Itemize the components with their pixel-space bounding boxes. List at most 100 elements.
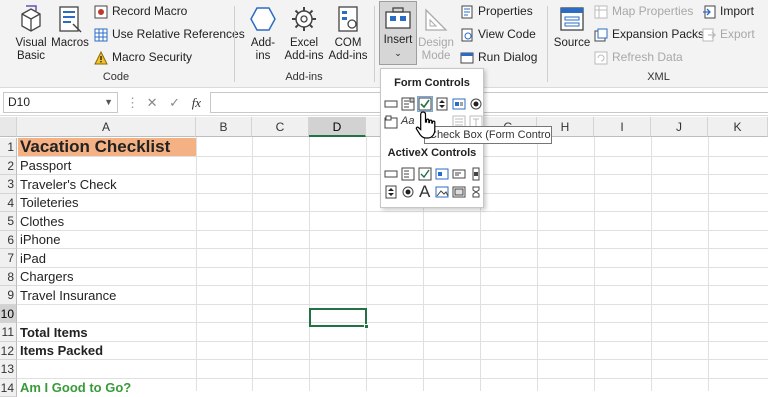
- activex-spin-button-icon[interactable]: [384, 185, 398, 199]
- activex-option-button-icon[interactable]: [401, 185, 415, 199]
- fill-handle[interactable]: [364, 324, 369, 329]
- row-header-6[interactable]: 6: [0, 231, 17, 250]
- insert-button[interactable]: Insert ⌄: [379, 1, 417, 65]
- column-header-j[interactable]: J: [651, 117, 708, 137]
- spin-button-control-icon[interactable]: [435, 97, 449, 111]
- label-control-icon[interactable]: Aa: [401, 115, 414, 127]
- macros-button[interactable]: Macros: [50, 4, 90, 50]
- cell-a4[interactable]: Toileteries: [20, 194, 79, 212]
- button-control-icon[interactable]: [384, 97, 398, 111]
- macros-icon: [55, 4, 85, 34]
- macro-security-button[interactable]: Macro Security: [94, 47, 192, 67]
- name-box-value: D10: [8, 95, 30, 109]
- row-header-2[interactable]: 2: [0, 157, 17, 176]
- xml-group: Source Map Properties Expansion Packs Re…: [549, 0, 768, 88]
- design-mode-label-1: Design: [418, 37, 454, 50]
- expansion-packs-label: Expansion Packs: [612, 27, 704, 41]
- row-header-12[interactable]: 12: [0, 342, 17, 361]
- cell-a5[interactable]: Clothes: [20, 213, 64, 231]
- group-box-control-icon[interactable]: [384, 115, 398, 129]
- code-group: Visual Basic Macros Record Macro Use Rel…: [0, 0, 232, 88]
- enter-icon[interactable]: ✓: [169, 95, 180, 110]
- cell-a3[interactable]: Traveler's Check: [20, 176, 117, 194]
- activex-more-controls-icon[interactable]: [469, 185, 483, 199]
- cell-a2[interactable]: Passport: [20, 157, 71, 175]
- cell-a12[interactable]: Items Packed: [20, 342, 103, 360]
- column-header-a[interactable]: A: [17, 117, 196, 137]
- com-addins-icon: [333, 4, 363, 34]
- row-header-11[interactable]: 11: [0, 323, 17, 342]
- expansion-packs-icon: [594, 28, 608, 42]
- formula-input[interactable]: [210, 92, 768, 113]
- column-header-i[interactable]: I: [594, 117, 651, 137]
- gridline: [537, 137, 538, 391]
- row-header-13[interactable]: 13: [0, 360, 17, 379]
- gridline: [17, 230, 768, 231]
- record-macro-button[interactable]: Record Macro: [94, 1, 187, 21]
- activex-label-icon[interactable]: A: [419, 182, 430, 202]
- excel-addins-button[interactable]: Excel Add-ins: [282, 4, 326, 63]
- gridline: [17, 341, 768, 342]
- view-code-button[interactable]: View Code: [460, 24, 536, 44]
- export-button[interactable]: Export: [702, 24, 755, 44]
- run-dialog-button[interactable]: Run Dialog: [460, 47, 537, 67]
- activex-toggle-button-icon[interactable]: [452, 185, 466, 199]
- cell-a14[interactable]: Am I Good to Go?: [20, 379, 131, 397]
- select-all-corner[interactable]: [0, 117, 17, 137]
- activex-list-box-icon[interactable]: [435, 167, 449, 181]
- row-header-7[interactable]: 7: [0, 249, 17, 268]
- addins-button[interactable]: Add- ins: [244, 4, 282, 63]
- row-header-3[interactable]: 3: [0, 175, 17, 194]
- cell-a7[interactable]: iPad: [20, 250, 46, 268]
- cell-a6[interactable]: iPhone: [20, 231, 60, 249]
- import-button[interactable]: Import: [702, 1, 754, 21]
- formula-bar-buttons: ⋮ ✕ ✓ fx: [126, 92, 206, 113]
- list-box-control-icon[interactable]: [452, 97, 466, 111]
- activex-combo-box-icon[interactable]: [401, 167, 415, 181]
- expansion-packs-button[interactable]: Expansion Packs: [594, 24, 704, 44]
- cell-a1[interactable]: Vacation Checklist: [20, 138, 170, 156]
- activex-scroll-bar-icon[interactable]: [469, 167, 483, 181]
- row-header-14[interactable]: 14: [0, 379, 17, 397]
- com-addins-button[interactable]: COM Add-ins: [326, 4, 370, 63]
- more-icon: ⋮: [126, 95, 139, 110]
- activex-checkbox-icon[interactable]: [418, 167, 432, 181]
- checkbox-control-icon[interactable]: [418, 97, 432, 111]
- combo-box-control-icon[interactable]: [401, 97, 415, 111]
- row-header-5[interactable]: 5: [0, 212, 17, 231]
- cell-a8[interactable]: Chargers: [20, 268, 73, 286]
- activex-text-box-icon[interactable]: [452, 167, 466, 181]
- source-button[interactable]: Source: [552, 4, 592, 50]
- column-header-k[interactable]: K: [708, 117, 768, 137]
- use-relative-references-button[interactable]: Use Relative References: [94, 24, 245, 44]
- row-header-8[interactable]: 8: [0, 268, 17, 287]
- refresh-data-button[interactable]: Refresh Data: [594, 47, 683, 67]
- cell-a11[interactable]: Total Items: [20, 324, 88, 342]
- properties-icon: [460, 5, 474, 19]
- gridline: [17, 304, 768, 305]
- active-cell-d10[interactable]: [309, 308, 367, 327]
- column-header-c[interactable]: C: [252, 117, 309, 137]
- option-button-control-icon[interactable]: [469, 97, 483, 111]
- insert-function-icon[interactable]: fx: [192, 95, 201, 110]
- column-header-d[interactable]: D: [309, 117, 366, 137]
- gridline: [366, 137, 367, 391]
- relative-references-icon: [94, 28, 108, 42]
- cancel-icon[interactable]: ✕: [147, 95, 158, 110]
- activex-image-icon[interactable]: [435, 185, 449, 199]
- gridline: [196, 137, 197, 391]
- row-header-4[interactable]: 4: [0, 194, 17, 213]
- properties-button[interactable]: Properties: [460, 1, 533, 21]
- visual-basic-button[interactable]: Visual Basic: [10, 4, 52, 63]
- design-mode-button[interactable]: Design Mode: [418, 4, 454, 63]
- map-properties-button[interactable]: Map Properties: [594, 1, 693, 21]
- column-header-b[interactable]: B: [196, 117, 252, 137]
- name-box[interactable]: D10 ▼: [3, 92, 118, 113]
- view-code-label: View Code: [478, 27, 536, 41]
- row-header-10[interactable]: 10: [0, 305, 17, 324]
- row-header-9[interactable]: 9: [0, 286, 17, 305]
- row-header-1[interactable]: 1: [0, 138, 17, 157]
- chevron-down-icon[interactable]: ▼: [104, 93, 113, 112]
- activex-button-icon[interactable]: [384, 167, 398, 181]
- cell-a9[interactable]: Travel Insurance: [20, 287, 116, 305]
